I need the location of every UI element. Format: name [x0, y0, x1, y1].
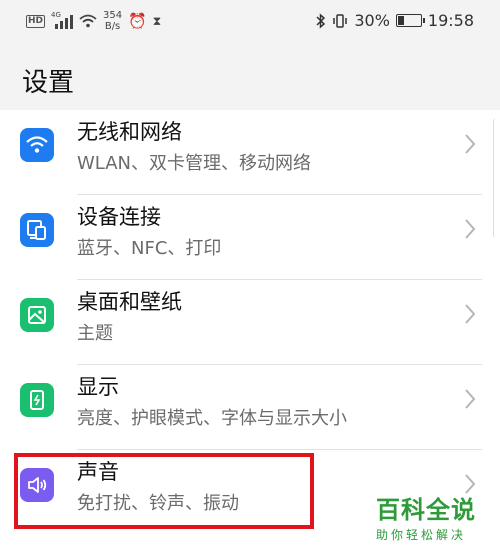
chevron-right-icon — [465, 304, 476, 324]
settings-item-device-connection[interactable]: 设备连接 蓝牙、NFC、打印 — [0, 195, 500, 280]
chevron-right-icon — [465, 219, 476, 239]
hd-indicator: HD — [26, 14, 46, 28]
alarm-icon: ⏰ — [128, 12, 147, 30]
item-subtitle: WLAN、双卡管理、移动网络 — [77, 153, 312, 174]
display-icon — [20, 383, 54, 417]
vibrate-icon — [333, 13, 348, 28]
network-speed: 354 B/s — [103, 10, 123, 32]
item-subtitle: 蓝牙、NFC、打印 — [77, 238, 222, 259]
cellular-signal-icon: 4G — [51, 11, 74, 29]
hourglass-icon: ⧗ — [152, 13, 162, 28]
scrollbar[interactable] — [493, 118, 500, 238]
clock: 19:58 — [427, 11, 474, 30]
item-title: 桌面和壁纸 — [77, 290, 182, 314]
watermark-logo: 百科全说 助你轻松解决 — [376, 490, 488, 543]
bluetooth-icon — [316, 12, 326, 29]
settings-item-desktop-wallpaper[interactable]: 桌面和壁纸 主题 — [0, 280, 500, 365]
item-title: 显示 — [77, 375, 119, 399]
item-subtitle: 主题 — [77, 323, 113, 344]
wallpaper-icon — [20, 298, 54, 332]
device-connection-icon — [20, 213, 54, 247]
chevron-right-icon — [465, 389, 476, 409]
settings-item-display[interactable]: 显示 亮度、护眼模式、字体与显示大小 — [0, 365, 500, 450]
page-title: 设置 — [22, 68, 75, 98]
item-title: 设备连接 — [77, 205, 161, 229]
status-bar: HD 4G 354 B/s ⏰ ⧗ 30% 19:58 — [0, 0, 500, 44]
item-subtitle: 亮度、护眼模式、字体与显示大小 — [77, 408, 347, 429]
watermark-title: 百科全说 — [376, 496, 476, 524]
highlight-box — [14, 453, 314, 529]
battery-percent: 30% — [354, 11, 390, 30]
battery-icon — [395, 14, 425, 27]
wifi-status-icon — [79, 14, 97, 28]
wifi-icon — [20, 128, 54, 162]
network-type: 4G — [51, 11, 61, 19]
settings-header: 设置 — [0, 44, 500, 110]
chevron-right-icon — [465, 134, 476, 154]
item-title: 无线和网络 — [77, 120, 182, 144]
settings-item-wireless-network[interactable]: 无线和网络 WLAN、双卡管理、移动网络 — [0, 110, 500, 195]
watermark-subtitle: 助你轻松解决 — [376, 528, 467, 542]
